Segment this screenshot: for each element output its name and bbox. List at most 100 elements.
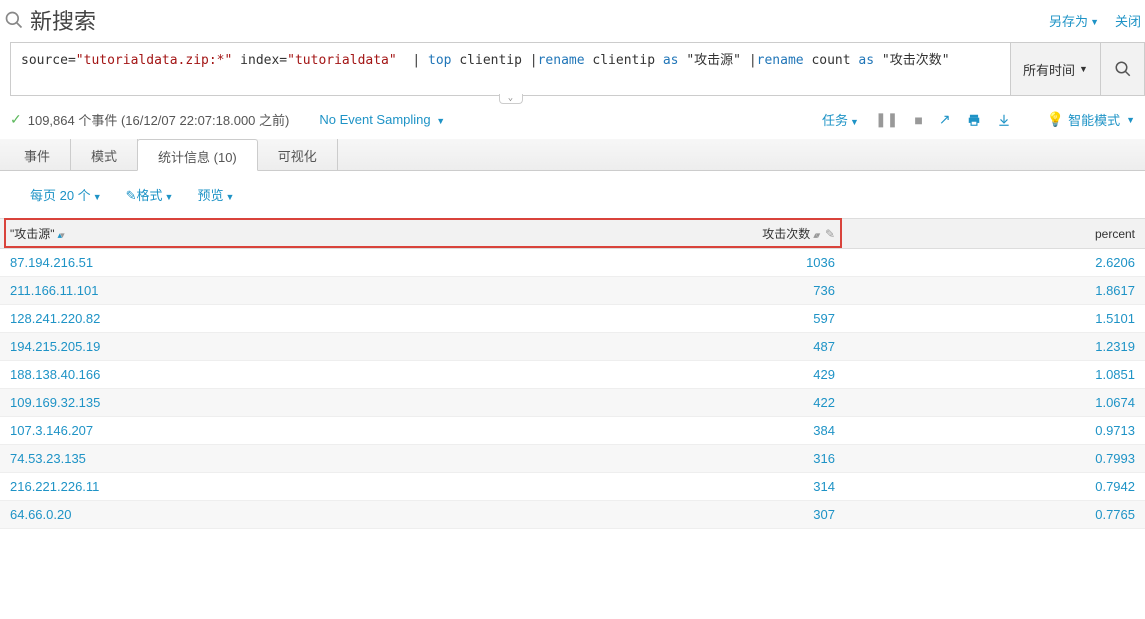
smart-mode-label: 智能模式	[1068, 110, 1120, 129]
table-row[interactable]: 109.169.32.1354221.0674	[0, 389, 1145, 417]
per-page-dropdown[interactable]: 每页 20 个▼	[30, 185, 102, 204]
table-row[interactable]: 128.241.220.82 597 1.5101	[0, 305, 1145, 333]
source-value: 64.66.0.20	[10, 507, 71, 522]
table-row[interactable]: 216.221.226.11 314 0.7942	[0, 473, 1145, 501]
percent-value: 0.7942	[1095, 479, 1135, 494]
results-table: "攻击源"▴▾ 攻击次数▴▾ ✎ percent 87.194.216.51 10…	[0, 218, 1145, 529]
table-row[interactable]: 87.194.216.51 1036 2.6206	[0, 249, 1145, 277]
search-button[interactable]	[1101, 42, 1145, 96]
chevron-down-icon: ▼	[1079, 64, 1088, 74]
cell-count: 429	[490, 361, 845, 389]
cell-count: 597	[490, 305, 845, 333]
results-toolbar: 每页 20 个▼ ✎格式▼ 预览▼	[0, 171, 1145, 218]
count-value: 597	[813, 311, 835, 326]
cell-source: 107.3.146.207	[0, 417, 490, 445]
tasks-dropdown[interactable]: 任务▼	[822, 110, 859, 129]
table-row[interactable]: 211.166.11.101 736 1.8617	[0, 277, 1145, 305]
table-body: 87.194.216.51 1036 2.6206 211.166.11.101 736…	[0, 249, 1145, 529]
tab-events[interactable]: 事件	[4, 139, 71, 171]
lightbulb-icon: 💡	[1047, 111, 1064, 128]
expand-handle[interactable]: ⌄	[499, 94, 523, 104]
cell-percent: 1.5101	[845, 305, 1145, 333]
cell-count: 487	[490, 333, 845, 361]
cell-percent: 1.8617	[845, 277, 1145, 305]
close-link[interactable]: 关闭	[1115, 11, 1141, 30]
print-icon[interactable]	[967, 113, 981, 127]
per-page-label: 每页 20 个	[30, 188, 91, 203]
stop-icon[interactable]: ■	[914, 112, 922, 128]
cell-source: 64.66.0.20	[0, 501, 490, 529]
percent-value: 1.0674	[1095, 395, 1135, 410]
preview-dropdown[interactable]: 预览▼	[197, 185, 234, 204]
header-row: 新搜索 另存为▼ 关闭	[0, 0, 1145, 42]
search-input[interactable]: source="tutorialdata.zip:*" index="tutor…	[10, 42, 1011, 96]
format-dropdown[interactable]: ✎格式▼	[126, 185, 174, 204]
cell-count: 1036	[490, 249, 845, 277]
count-value: 487	[813, 339, 835, 354]
header-percent-label: percent	[1095, 227, 1135, 241]
source-value: 194.215.205.19	[10, 339, 100, 354]
pencil-icon[interactable]: ✎	[825, 227, 835, 241]
column-header-source[interactable]: "攻击源"▴▾	[0, 219, 490, 249]
cell-count: 314	[490, 473, 845, 501]
table-row[interactable]: 188.138.40.1664291.0851	[0, 361, 1145, 389]
percent-value: 0.7765	[1095, 507, 1135, 522]
header-source-label: "攻击源"	[10, 227, 55, 241]
search-icon	[4, 10, 24, 30]
column-header-count[interactable]: 攻击次数▴▾ ✎	[490, 219, 845, 249]
cell-count: 316	[490, 445, 845, 473]
source-value: 216.221.226.11	[10, 479, 99, 494]
percent-value: 0.7993	[1095, 451, 1135, 466]
share-icon[interactable]: ↗	[939, 111, 951, 128]
download-icon[interactable]	[997, 113, 1011, 127]
chevron-down-icon: ▼	[225, 192, 234, 202]
results-table-wrap: "攻击源"▴▾ 攻击次数▴▾ ✎ percent 87.194.216.51 10…	[0, 218, 1145, 529]
sampling-dropdown[interactable]: No Event Sampling ▼	[319, 112, 445, 127]
events-count: 109,864 个事件 (16/12/07 22:07:18.000 之前)	[28, 110, 290, 129]
percent-value: 2.6206	[1095, 255, 1135, 270]
time-range-picker[interactable]: 所有时间 ▼	[1011, 42, 1101, 96]
table-row[interactable]: 194.215.205.194871.2319	[0, 333, 1145, 361]
count-value: 736	[813, 283, 835, 298]
header-count-label: 攻击次数	[762, 227, 810, 241]
check-icon: ✓	[10, 111, 22, 128]
search-icon	[1114, 60, 1132, 78]
pause-icon[interactable]: ❚❚	[875, 111, 898, 128]
percent-value: 1.0851	[1095, 367, 1135, 382]
status-right: 任务▼ ❚❚ ■ ↗ 💡 智能模式▼	[822, 110, 1135, 129]
table-row[interactable]: 107.3.146.2073840.9713	[0, 417, 1145, 445]
source-value: 211.166.11.101	[10, 283, 98, 298]
cell-count: 422	[490, 389, 845, 417]
tabs: 事件 模式 统计信息 (10) 可视化	[0, 139, 1145, 171]
cell-count: 736	[490, 277, 845, 305]
smart-mode-dropdown[interactable]: 💡 智能模式▼	[1047, 110, 1135, 129]
table-row[interactable]: 64.66.0.20 307 0.7765	[0, 501, 1145, 529]
cell-percent: 1.0851	[845, 361, 1145, 389]
status-left: ✓ 109,864 个事件 (16/12/07 22:07:18.000 之前)…	[10, 110, 445, 129]
tab-statistics[interactable]: 统计信息 (10)	[137, 139, 258, 171]
cell-percent: 0.7993	[845, 445, 1145, 473]
chevron-down-icon: ▼	[93, 192, 102, 202]
source-value: 87.194.216.51	[10, 255, 93, 270]
time-label: 所有时间	[1023, 60, 1075, 79]
count-value: 384	[813, 423, 835, 438]
format-label: 格式	[137, 188, 163, 203]
cell-source: 211.166.11.101	[0, 277, 490, 305]
tasks-label: 任务	[822, 113, 848, 128]
count-value: 307	[813, 507, 835, 522]
cell-source: 128.241.220.82	[0, 305, 490, 333]
cell-source: 216.221.226.11	[0, 473, 490, 501]
source-value: 128.241.220.82	[10, 311, 100, 326]
search-bar: source="tutorialdata.zip:*" index="tutor…	[0, 42, 1145, 96]
cell-count: 307	[490, 501, 845, 529]
tab-patterns[interactable]: 模式	[71, 139, 138, 171]
percent-value: 1.8617	[1095, 283, 1135, 298]
save-as-link[interactable]: 另存为▼	[1049, 11, 1099, 30]
tab-visualize[interactable]: 可视化	[258, 139, 338, 171]
table-row[interactable]: 74.53.23.1353160.7993	[0, 445, 1145, 473]
cell-percent: 0.7942	[845, 473, 1145, 501]
preview-label: 预览	[197, 188, 223, 203]
sampling-label: No Event Sampling	[319, 112, 430, 127]
column-header-percent[interactable]: percent	[845, 219, 1145, 249]
save-as-label: 另存为	[1049, 14, 1088, 29]
